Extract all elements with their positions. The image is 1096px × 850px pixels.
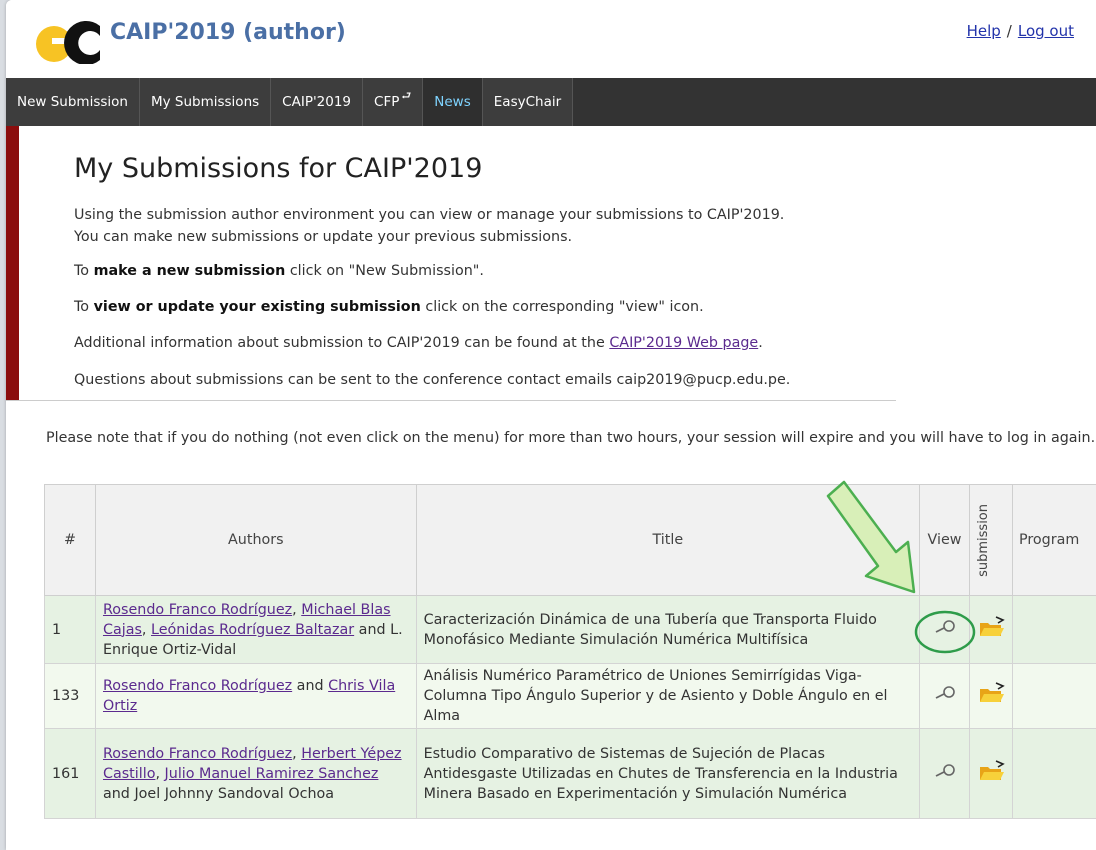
- intro-make-submission: To make a new submission click on "New S…: [74, 260, 484, 282]
- top-links: Help / Log out: [967, 22, 1074, 40]
- row-view-cell: [920, 729, 970, 819]
- row-submission-cell: [970, 729, 1013, 819]
- header-submission: submission: [970, 485, 1013, 596]
- row-num: 133: [45, 664, 96, 729]
- magnifier-view-icon[interactable]: [931, 762, 959, 780]
- row-view-cell: [920, 596, 970, 664]
- row-authors: Rosendo Franco Rodríguez and Chris Vila …: [95, 664, 416, 729]
- row-num: 161: [45, 729, 96, 819]
- author-link[interactable]: Rosendo Franco Rodríguez: [103, 746, 292, 762]
- author-link[interactable]: Rosendo Franco Rodríguez: [103, 678, 292, 694]
- header-authors: Authors: [95, 485, 416, 596]
- intro-section: My Submissions for CAIP'2019 Using the s…: [6, 126, 896, 401]
- page-title: My Submissions for CAIP'2019: [74, 153, 482, 184]
- intro-additional-info: Additional information about submission …: [74, 332, 763, 354]
- menu-new-submission[interactable]: New Submission: [6, 78, 140, 126]
- magnifier-view-icon[interactable]: [931, 684, 959, 702]
- submissions-table: # Authors Title View submission Program …: [44, 484, 1096, 819]
- help-link[interactable]: Help: [967, 22, 1001, 40]
- row-title: Estudio Comparativo de Sistemas de Sujec…: [416, 729, 919, 819]
- menu-caip2019[interactable]: CAIP'2019: [271, 78, 363, 126]
- make-prefix: To: [74, 263, 94, 279]
- menu-my-submissions[interactable]: My Submissions: [140, 78, 271, 126]
- menu-cfp[interactable]: CFP⮐: [363, 78, 423, 126]
- easychair-logo-icon[interactable]: [32, 20, 106, 64]
- intro-line-1: Using the submission author environment …: [74, 204, 784, 226]
- page: CAIP'2019 (author) Help / Log out New Subm…: [6, 0, 1096, 850]
- header-title: Title: [416, 485, 919, 596]
- additional-suffix: .: [758, 335, 763, 351]
- header-program: Program: [1013, 485, 1096, 596]
- update-prefix: To: [74, 299, 94, 315]
- menu-cfp-label: CFP: [374, 94, 399, 110]
- web-page-link[interactable]: CAIP'2019 Web page: [609, 335, 758, 351]
- make-bold: make a new submission: [94, 263, 286, 279]
- menu-bar: New Submission My Submissions CAIP'2019 …: [6, 78, 1096, 126]
- row-program: [1013, 729, 1096, 819]
- make-suffix: click on "New Submission".: [285, 263, 484, 279]
- author-link[interactable]: Leónidas Rodríguez Baltazar: [151, 622, 354, 638]
- author-link[interactable]: Rosendo Franco Rodríguez: [103, 602, 292, 618]
- session-note: Please note that if you do nothing (not …: [46, 427, 1096, 450]
- table-header-row: # Authors Title View submission Program: [45, 485, 1096, 596]
- author-link[interactable]: Julio Manuel Ramirez Sanchez: [165, 766, 379, 782]
- row-title: Caracterización Dinámica de una Tubería …: [416, 596, 919, 664]
- red-accent-bar: [6, 126, 19, 400]
- row-program: [1013, 596, 1096, 664]
- row-title: Análisis Numérico Paramétrico de Uniones…: [416, 664, 919, 729]
- intro-questions: Questions about submissions can be sent …: [74, 369, 790, 391]
- folder-update-icon[interactable]: [977, 615, 1005, 639]
- folder-update-icon[interactable]: [977, 759, 1005, 783]
- intro-divider: [6, 400, 896, 401]
- update-suffix: click on the corresponding "view" icon.: [421, 299, 704, 315]
- return-arrow-icon: ⮐: [401, 87, 411, 106]
- header: CAIP'2019 (author) Help / Log out: [6, 0, 1096, 78]
- top-links-separator: /: [1007, 22, 1012, 40]
- magnifier-view-icon[interactable]: [931, 618, 959, 636]
- intro-line-2: You can make new submissions or update y…: [74, 226, 572, 248]
- row-view-cell: [920, 664, 970, 729]
- intro-update-submission: To view or update your existing submissi…: [74, 296, 704, 318]
- row-program: [1013, 664, 1096, 729]
- menu-easychair[interactable]: EasyChair: [483, 78, 573, 126]
- row-num: 1: [45, 596, 96, 664]
- additional-prefix: Additional information about submission …: [74, 335, 609, 351]
- header-num: #: [45, 485, 96, 596]
- row-submission-cell: [970, 664, 1013, 729]
- app-title: CAIP'2019 (author): [110, 20, 346, 45]
- header-submission-label: submission: [976, 504, 991, 577]
- menu-news[interactable]: News: [423, 78, 482, 126]
- row-authors: Rosendo Franco Rodríguez, Michael Blas C…: [95, 596, 416, 664]
- table-row: 133 Rosendo Franco Rodríguez and Chris V…: [45, 664, 1096, 729]
- table-row: 161 Rosendo Franco Rodríguez, Herbert Yé…: [45, 729, 1096, 819]
- header-view: View: [920, 485, 970, 596]
- row-authors: Rosendo Franco Rodríguez, Herbert Yépez …: [95, 729, 416, 819]
- update-bold: view or update your existing submission: [94, 299, 421, 315]
- logout-link[interactable]: Log out: [1018, 22, 1074, 40]
- table-row: 1 Rosendo Franco Rodríguez, Michael Blas…: [45, 596, 1096, 664]
- author-plain: Joel Johnny Sandoval Ochoa: [134, 786, 334, 802]
- row-submission-cell: [970, 596, 1013, 664]
- folder-update-icon[interactable]: [977, 681, 1005, 705]
